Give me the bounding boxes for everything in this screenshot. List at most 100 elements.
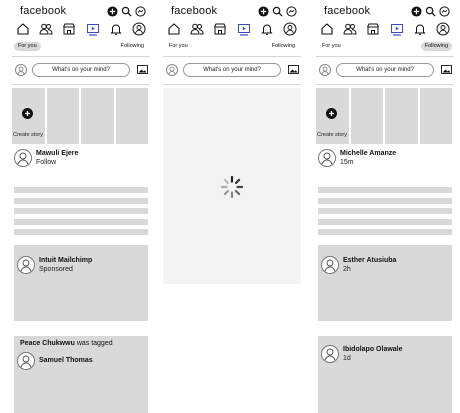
plus-icon <box>22 108 33 119</box>
facebook-logo[interactable]: facebook <box>20 5 66 17</box>
tagged-person[interactable]: Samuel Thomas <box>39 357 93 364</box>
user-avatar-icon[interactable] <box>319 64 331 76</box>
home-icon[interactable] <box>16 22 30 36</box>
create-story-card[interactable]: Create story <box>316 88 349 144</box>
video-icon[interactable] <box>390 22 404 36</box>
text-line <box>318 197 452 204</box>
post-time: 2h <box>343 266 351 273</box>
home-icon[interactable] <box>167 22 181 36</box>
story-card[interactable] <box>115 88 148 144</box>
tagged-post-card[interactable]: Peace Chukwwu was tagged Samuel Thomas <box>14 336 148 413</box>
friends-icon[interactable] <box>343 22 357 36</box>
feed-screen-loading: facebook For you Following What's on you… <box>163 0 301 413</box>
text-line <box>14 187 148 193</box>
marketplace-icon[interactable] <box>62 22 76 36</box>
text-line <box>318 218 452 225</box>
marketplace-icon[interactable] <box>213 22 227 36</box>
text-line <box>318 208 452 214</box>
follow-link[interactable]: Follow <box>36 159 56 166</box>
story-card[interactable] <box>81 88 114 144</box>
tab-for-you[interactable]: For you <box>14 42 41 51</box>
post-author[interactable]: Ibidolapo Olawale <box>343 346 403 353</box>
marketplace-icon[interactable] <box>366 22 380 36</box>
create-story-label: Create story <box>317 132 347 138</box>
messenger-icon[interactable] <box>135 6 146 17</box>
story-card[interactable] <box>46 88 79 144</box>
post-header: Intuit Mailchimp Sponsored <box>17 256 150 278</box>
user-avatar-icon[interactable] <box>15 64 27 76</box>
text-line <box>14 208 148 214</box>
tab-following[interactable]: Following <box>117 42 148 51</box>
profile-icon[interactable] <box>436 22 450 36</box>
top-bar: facebook <box>12 4 150 20</box>
photo-icon[interactable] <box>288 65 299 74</box>
video-icon[interactable] <box>86 22 100 36</box>
avatar-icon[interactable] <box>318 149 336 167</box>
sponsored-label: Sponsored <box>39 266 73 273</box>
avatar-icon[interactable] <box>321 345 339 363</box>
user-avatar-icon[interactable] <box>166 64 178 76</box>
plus-icon <box>326 108 337 119</box>
whats-on-your-mind-input[interactable]: What's on your mind? <box>32 63 130 77</box>
facebook-logo[interactable]: facebook <box>171 5 217 17</box>
divider <box>316 56 454 57</box>
text-placeholder-lines <box>318 187 452 240</box>
post-author[interactable]: Esther Atusiuba <box>343 257 396 264</box>
whats-on-your-mind-input[interactable]: What's on your mind? <box>183 63 281 77</box>
photo-icon[interactable] <box>441 65 452 74</box>
post-author[interactable]: Intuit Mailchimp <box>39 257 92 264</box>
divider <box>316 84 454 85</box>
text-line <box>318 187 452 193</box>
notifications-icon[interactable] <box>413 22 427 36</box>
story-card[interactable] <box>385 88 418 144</box>
plus-circle-icon[interactable] <box>107 6 118 17</box>
text-line <box>318 229 452 235</box>
feed-tabs: For you Following <box>163 42 301 54</box>
avatar-icon[interactable] <box>321 256 339 274</box>
story-card[interactable] <box>419 88 452 144</box>
feed-tabs: For you Following <box>12 42 150 54</box>
messenger-icon[interactable] <box>439 6 450 17</box>
post-card[interactable]: Ibidolapo Olawale 1d <box>318 336 452 413</box>
friends-icon[interactable] <box>39 22 53 36</box>
suggestion-name[interactable]: Mawuli Ejere <box>36 150 78 157</box>
profile-icon[interactable] <box>132 22 146 36</box>
create-story-label: Create story <box>13 132 43 138</box>
loading-spinner-icon <box>219 174 245 200</box>
story-card[interactable] <box>350 88 383 144</box>
search-icon[interactable] <box>425 6 436 17</box>
avatar-icon[interactable] <box>17 352 35 370</box>
friends-icon[interactable] <box>190 22 204 36</box>
search-icon[interactable] <box>121 6 132 17</box>
post-time: 1d <box>343 355 351 362</box>
notifications-icon[interactable] <box>260 22 274 36</box>
post-card[interactable]: Esther Atusiuba 2h <box>318 245 452 321</box>
whats-on-your-mind-input[interactable]: What's on your mind? <box>336 63 434 77</box>
tab-following[interactable]: Following <box>268 42 299 51</box>
tab-for-you[interactable]: For you <box>318 42 345 51</box>
video-icon[interactable] <box>237 22 251 36</box>
avatar-icon[interactable] <box>14 149 32 167</box>
tab-for-you[interactable]: For you <box>165 42 192 51</box>
profile-icon[interactable] <box>283 22 297 36</box>
top-bar: facebook <box>163 4 301 20</box>
post-composer: What's on your mind? <box>316 62 454 80</box>
plus-circle-icon[interactable] <box>258 6 269 17</box>
messenger-icon[interactable] <box>286 6 297 17</box>
search-icon[interactable] <box>272 6 283 17</box>
home-icon[interactable] <box>320 22 334 36</box>
notifications-icon[interactable] <box>109 22 123 36</box>
photo-icon[interactable] <box>137 65 148 74</box>
tag-actor[interactable]: Peace Chukwwu <box>20 340 75 347</box>
sponsored-post-card[interactable]: Intuit Mailchimp Sponsored <box>14 245 148 321</box>
tab-following[interactable]: Following <box>420 42 452 51</box>
text-line <box>14 197 148 204</box>
post-header: Ibidolapo Olawale 1d <box>321 345 454 367</box>
create-story-card[interactable]: Create story <box>12 88 45 144</box>
feed-tabs: For you Following <box>316 42 454 54</box>
feed-screen-following: facebook For you Following What's on you… <box>316 0 454 413</box>
avatar-icon[interactable] <box>17 256 35 274</box>
plus-circle-icon[interactable] <box>411 6 422 17</box>
post-author[interactable]: Michelle Amanze <box>340 150 396 157</box>
facebook-logo[interactable]: facebook <box>324 5 370 17</box>
